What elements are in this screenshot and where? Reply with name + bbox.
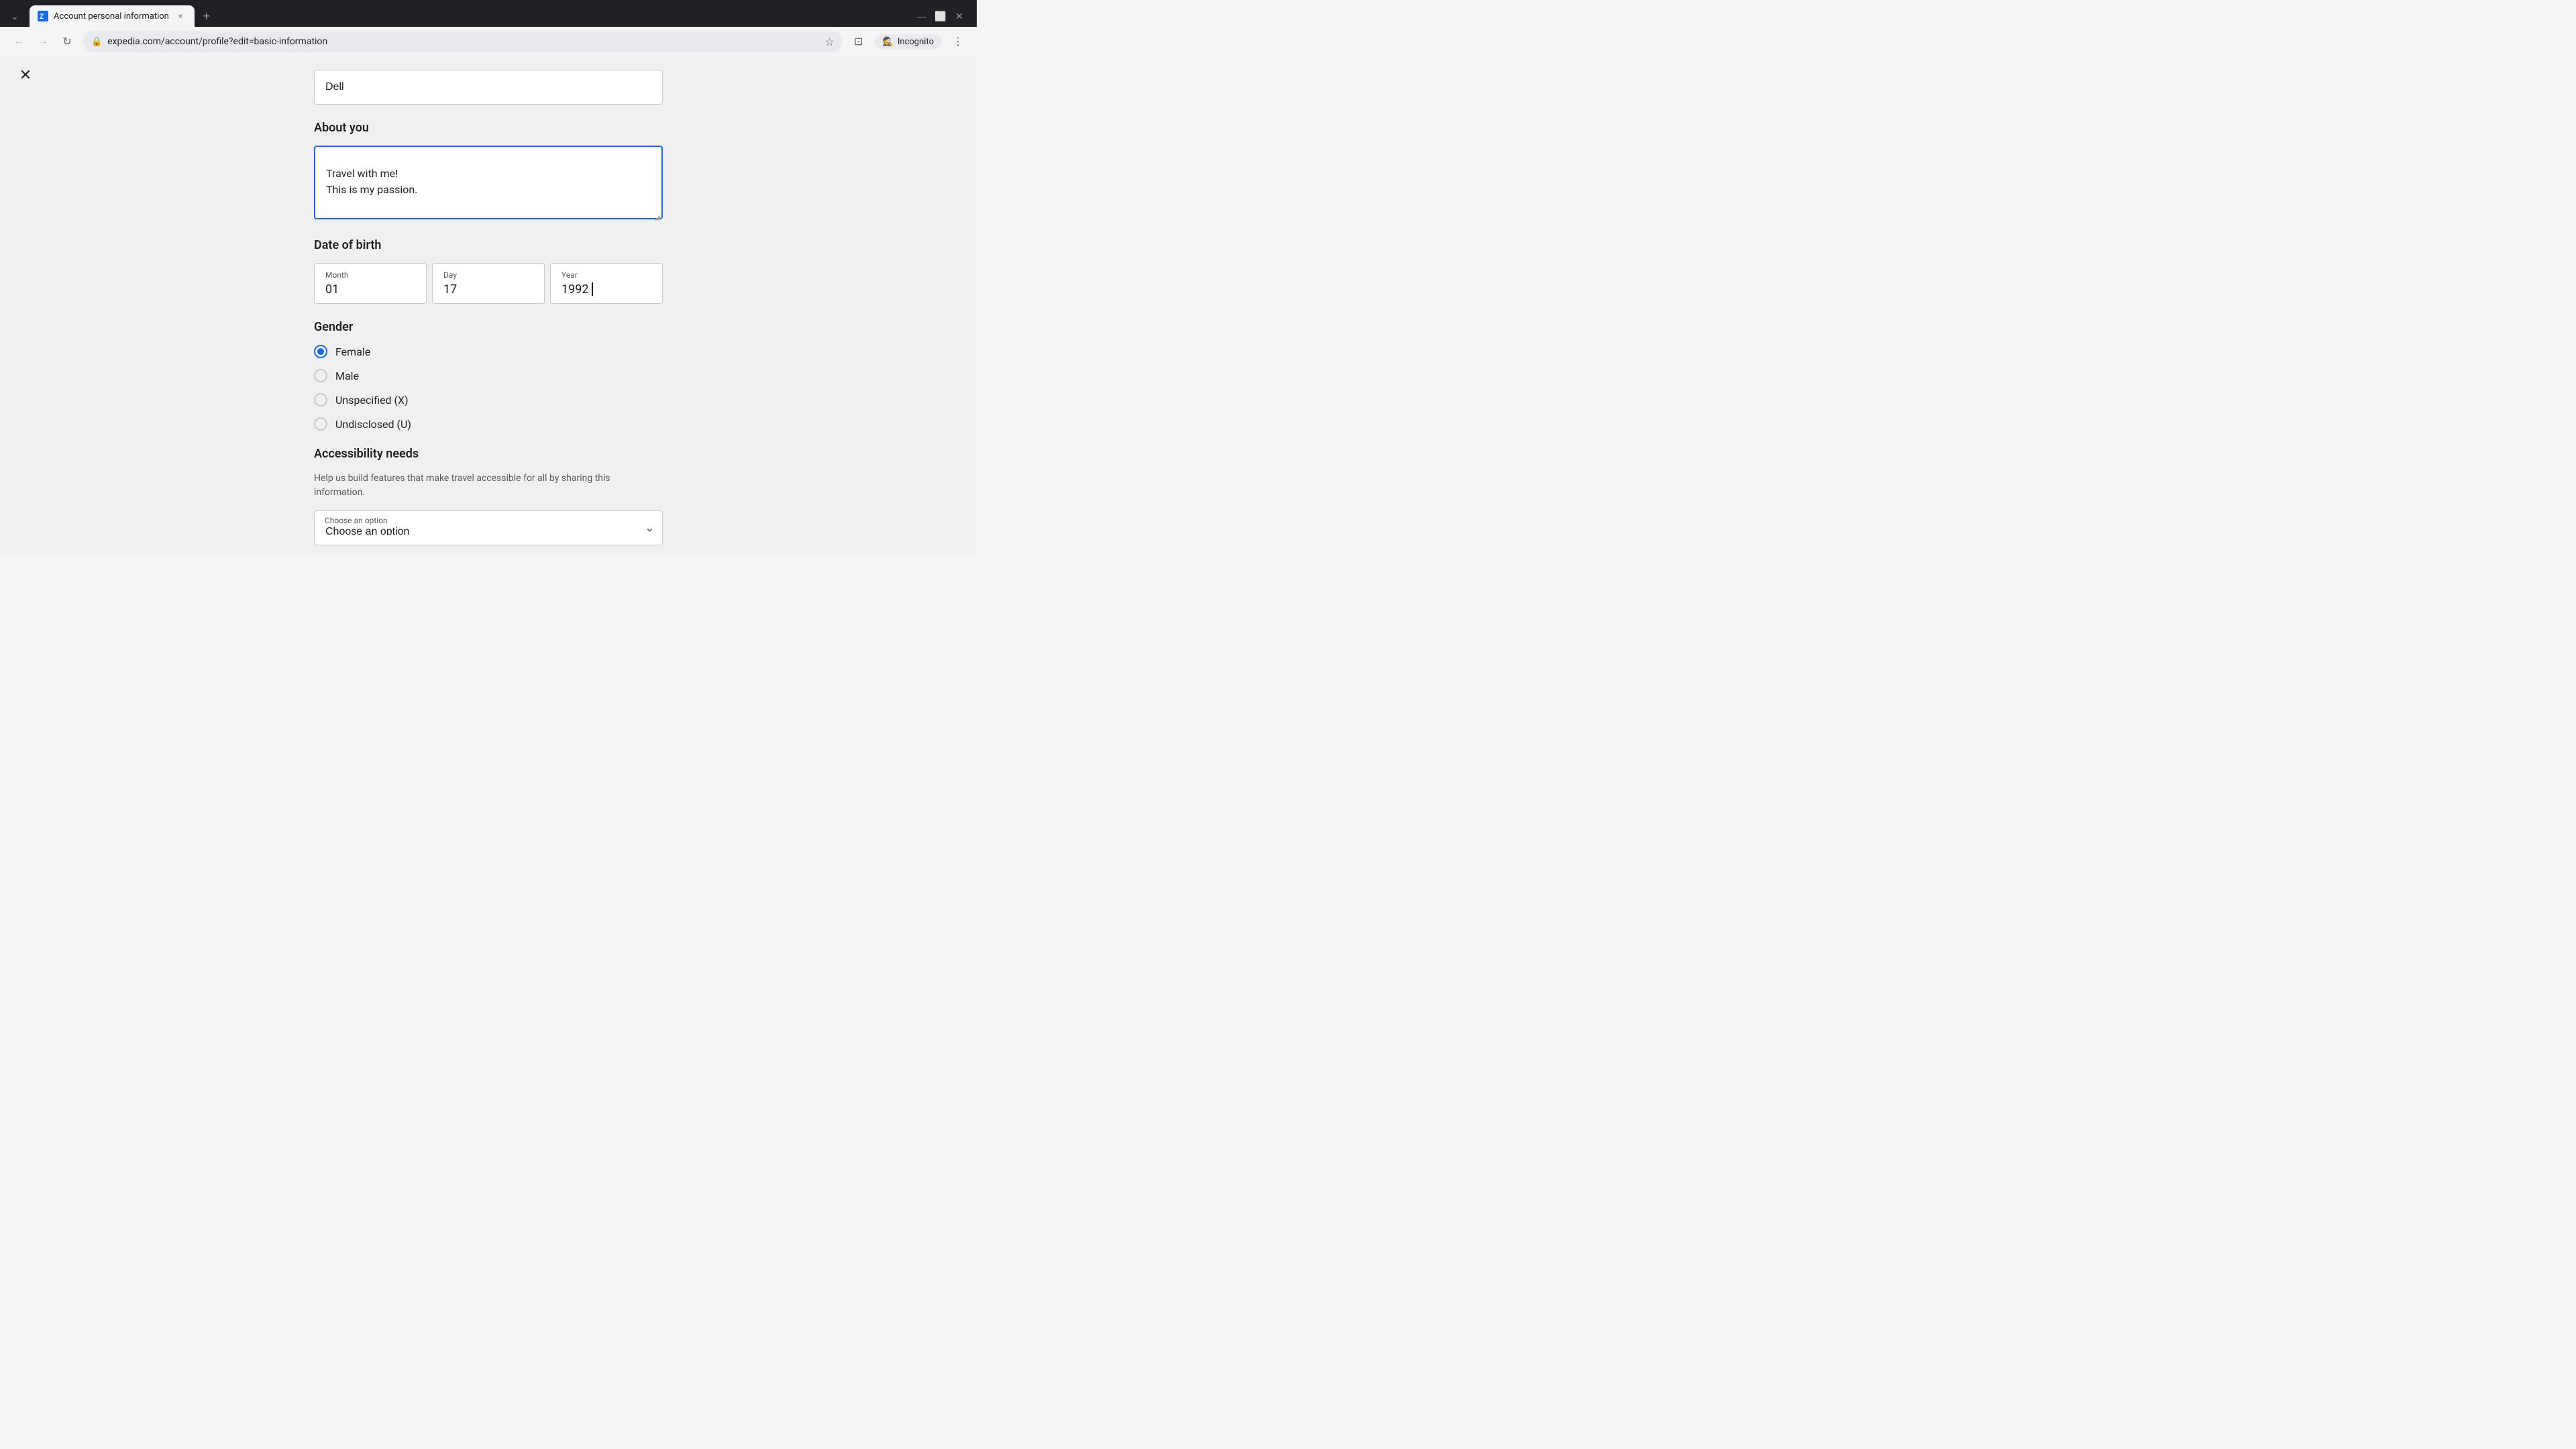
address-bar: ← → ↻ 🔒 expedia.com/account/profile?edit… bbox=[0, 27, 977, 56]
maximize-button[interactable]: ⬜ bbox=[934, 9, 947, 23]
dob-section: Date of birth Month 01 Day 17 Year 1992 bbox=[314, 238, 663, 304]
accessibility-select[interactable]: Choose an option bbox=[314, 511, 663, 545]
bio-textarea[interactable]: Travel with me! This is my passion. bbox=[314, 146, 663, 219]
gender-female-option[interactable]: Female bbox=[314, 345, 663, 358]
about-you-section: About you Bio Travel with me! This is my… bbox=[314, 121, 663, 222]
gender-male-radio[interactable] bbox=[314, 369, 327, 382]
back-button[interactable]: ← bbox=[8, 31, 30, 52]
dob-day-field[interactable]: Day 17 bbox=[432, 263, 545, 304]
menu-button[interactable]: ⋮ bbox=[947, 31, 969, 52]
browser-chrome: ⌄ Z Account personal information × + — ⬜… bbox=[0, 0, 977, 56]
tab-favicon: Z bbox=[38, 11, 48, 21]
gender-male-label: Male bbox=[335, 370, 359, 382]
dob-day-value: 17 bbox=[443, 282, 457, 297]
gender-section-title: Gender bbox=[314, 320, 663, 334]
accessibility-select-wrapper: Choose an option Choose an option ⌄ bbox=[314, 511, 663, 545]
gender-unspecified-radio[interactable] bbox=[314, 393, 327, 407]
dob-year-label: Year bbox=[561, 270, 651, 280]
url-bar[interactable]: 🔒 expedia.com/account/profile?edit=basic… bbox=[83, 31, 843, 52]
bio-textarea-wrapper: Bio Travel with me! This is my passion. … bbox=[314, 146, 663, 222]
gender-unspecified-option[interactable]: Unspecified (X) bbox=[314, 393, 663, 407]
gender-female-radio-inner bbox=[317, 348, 324, 355]
back-icon: ← bbox=[13, 36, 24, 48]
text-cursor bbox=[592, 282, 593, 296]
form-container: About you Bio Travel with me! This is my… bbox=[301, 70, 676, 545]
gender-radio-group: Female Male Unspecified (X) bbox=[314, 345, 663, 431]
dob-year-field[interactable]: Year 1992 bbox=[550, 263, 663, 304]
gender-unspecified-label: Unspecified (X) bbox=[335, 394, 409, 407]
dob-month-field[interactable]: Month 01 bbox=[314, 263, 427, 304]
last-name-input[interactable] bbox=[314, 70, 663, 105]
gender-female-radio[interactable] bbox=[314, 345, 327, 358]
bookmark-icon[interactable]: ☆ bbox=[824, 36, 834, 48]
gender-female-label: Female bbox=[335, 345, 370, 358]
dob-row: Month 01 Day 17 Year 1992 bbox=[314, 263, 663, 304]
toolbar-icons: ⊡ bbox=[848, 31, 869, 52]
close-window-button[interactable]: ✕ bbox=[953, 9, 966, 23]
close-page-button[interactable]: ✕ bbox=[13, 63, 38, 87]
tab-nav-buttons: ⌄ bbox=[5, 7, 24, 25]
page-content: ✕ About you Bio Travel with me! This is … bbox=[0, 56, 977, 555]
accessibility-section: Accessibility needs Help us build featur… bbox=[314, 447, 663, 545]
last-name-field-group bbox=[314, 70, 663, 105]
dob-month-value: 01 bbox=[325, 282, 339, 297]
refresh-button[interactable]: ↻ bbox=[56, 31, 78, 52]
tab-list-button[interactable]: ⌄ bbox=[5, 7, 24, 25]
gender-male-option[interactable]: Male bbox=[314, 369, 663, 382]
nav-buttons: ← → ↻ bbox=[8, 31, 78, 52]
tab-bar: ⌄ Z Account personal information × + — ⬜… bbox=[0, 0, 977, 27]
gender-undisclosed-label: Undisclosed (U) bbox=[335, 418, 411, 431]
incognito-label: Incognito bbox=[898, 37, 934, 47]
url-text: expedia.com/account/profile?edit=basic-i… bbox=[107, 36, 819, 47]
lock-icon: 🔒 bbox=[91, 37, 102, 47]
incognito-icon: 🕵 bbox=[883, 37, 894, 47]
svg-text:Z: Z bbox=[40, 13, 44, 21]
gender-section: Gender Female Male bbox=[314, 320, 663, 431]
incognito-badge[interactable]: 🕵 Incognito bbox=[875, 34, 942, 50]
url-icons: ☆ bbox=[824, 36, 834, 48]
forward-icon: → bbox=[38, 36, 48, 48]
close-icon: ✕ bbox=[19, 66, 32, 84]
about-you-title: About you bbox=[314, 121, 663, 135]
refresh-icon: ↻ bbox=[62, 35, 71, 48]
tab-close-button[interactable]: × bbox=[174, 10, 186, 22]
gender-undisclosed-option[interactable]: Undisclosed (U) bbox=[314, 417, 663, 431]
new-tab-button[interactable]: + bbox=[197, 7, 216, 25]
minimize-button[interactable]: — bbox=[915, 9, 928, 23]
gender-undisclosed-radio[interactable] bbox=[314, 417, 327, 431]
dob-section-title: Date of birth bbox=[314, 238, 663, 252]
dob-month-label: Month bbox=[325, 270, 415, 280]
menu-icon: ⋮ bbox=[953, 35, 963, 48]
tab-title: Account personal information bbox=[54, 11, 169, 21]
window-controls: — ⬜ ✕ bbox=[915, 9, 971, 23]
page-inner: ✕ About you Bio Travel with me! This is … bbox=[0, 56, 977, 555]
accessibility-description: Help us build features that make travel … bbox=[314, 472, 663, 500]
accessibility-section-title: Accessibility needs bbox=[314, 447, 663, 461]
dob-day-label: Day bbox=[443, 270, 533, 280]
tab-bar-icon-button[interactable]: ⊡ bbox=[848, 31, 869, 52]
forward-button[interactable]: → bbox=[32, 31, 54, 52]
dob-year-value: 1992 bbox=[561, 282, 588, 297]
active-tab[interactable]: Z Account personal information × bbox=[30, 5, 195, 27]
textarea-resize-handle[interactable]: ◢ bbox=[655, 214, 661, 221]
tab-bar-icon: ⊡ bbox=[854, 35, 863, 48]
